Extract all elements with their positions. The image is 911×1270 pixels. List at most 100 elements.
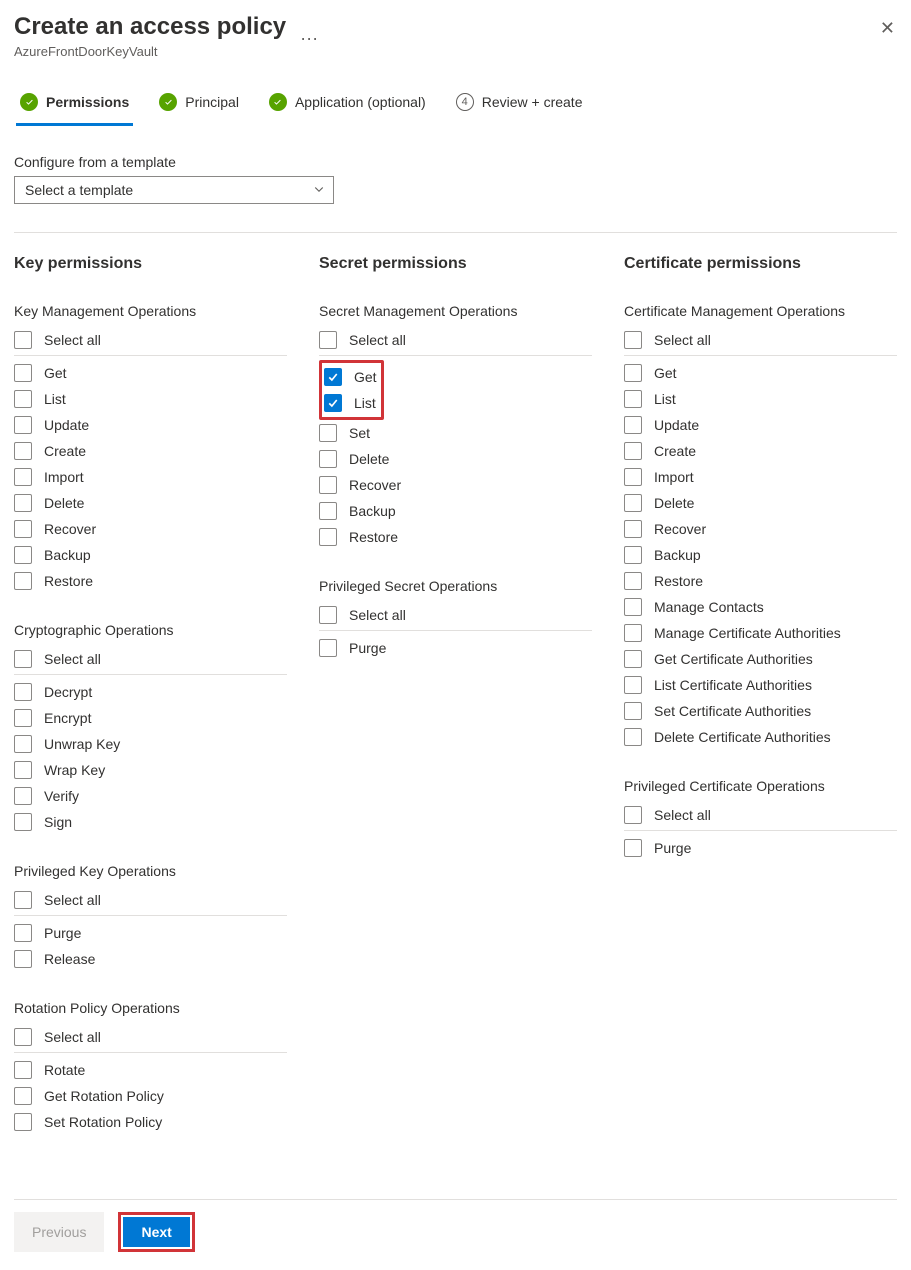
- permission-label: Purge: [654, 840, 691, 856]
- checkbox[interactable]: [624, 416, 642, 434]
- checkbox[interactable]: [624, 572, 642, 590]
- checkbox[interactable]: [624, 806, 642, 824]
- checkbox[interactable]: [624, 390, 642, 408]
- permission-label: Get: [654, 365, 677, 381]
- permission-label: Select all: [349, 332, 406, 348]
- permission-label: Delete: [349, 451, 389, 467]
- checkbox[interactable]: [14, 416, 32, 434]
- permission-row-decrypt: Decrypt: [14, 679, 287, 705]
- checkbox[interactable]: [324, 394, 342, 412]
- permission-row-select-all: Select all: [319, 327, 592, 356]
- permission-row-release: Release: [14, 946, 287, 972]
- next-button[interactable]: Next: [123, 1217, 189, 1247]
- wizard-step-3[interactable]: Application (optional): [265, 85, 430, 126]
- checkbox[interactable]: [14, 891, 32, 909]
- checkbox[interactable]: [319, 424, 337, 442]
- permission-label: Select all: [44, 1029, 101, 1045]
- permission-label: Purge: [349, 640, 386, 656]
- checkbox[interactable]: [14, 924, 32, 942]
- checkbox[interactable]: [319, 450, 337, 468]
- template-select[interactable]: Select a template: [14, 176, 334, 204]
- permission-label: List: [354, 395, 376, 411]
- close-icon[interactable]: ✕: [880, 12, 897, 39]
- checkbox[interactable]: [624, 839, 642, 857]
- checkbox[interactable]: [319, 476, 337, 494]
- checkbox[interactable]: [324, 368, 342, 386]
- step-label: Principal: [185, 94, 239, 110]
- permission-label: Manage Contacts: [654, 599, 764, 615]
- permission-row-backup: Backup: [319, 498, 592, 524]
- checkbox[interactable]: [14, 1113, 32, 1131]
- checkbox[interactable]: [319, 528, 337, 546]
- permission-label: Release: [44, 951, 95, 967]
- checkbox[interactable]: [14, 494, 32, 512]
- checkbox[interactable]: [14, 813, 32, 831]
- checkbox[interactable]: [14, 1028, 32, 1046]
- checkbox[interactable]: [624, 598, 642, 616]
- permission-label: List Certificate Authorities: [654, 677, 812, 693]
- group-title: Key Management Operations: [14, 303, 287, 319]
- checkbox[interactable]: [14, 950, 32, 968]
- checkbox[interactable]: [14, 364, 32, 382]
- permission-row-sign: Sign: [14, 809, 287, 835]
- checkbox[interactable]: [14, 442, 32, 460]
- checkbox[interactable]: [319, 331, 337, 349]
- permission-row-select-all: Select all: [624, 802, 897, 831]
- checkbox[interactable]: [624, 702, 642, 720]
- checkbox[interactable]: [624, 364, 642, 382]
- checkbox[interactable]: [14, 468, 32, 486]
- permission-row-recover: Recover: [14, 516, 287, 542]
- checkbox[interactable]: [14, 331, 32, 349]
- certificate-permissions-column: Certificate permissions Certificate Mana…: [624, 255, 897, 889]
- permission-row-purge: Purge: [319, 635, 592, 661]
- checkbox[interactable]: [624, 546, 642, 564]
- permission-label: Select all: [44, 651, 101, 667]
- previous-button[interactable]: Previous: [14, 1212, 104, 1252]
- checkbox[interactable]: [14, 761, 32, 779]
- permission-row-get: Get: [14, 360, 287, 386]
- permission-row-delete-certificate-authorities: Delete Certificate Authorities: [624, 724, 897, 750]
- checkbox[interactable]: [14, 520, 32, 538]
- permission-label: Backup: [44, 547, 91, 563]
- permission-row-recover: Recover: [319, 472, 592, 498]
- checkbox[interactable]: [14, 709, 32, 727]
- step-label: Permissions: [46, 94, 129, 110]
- checkbox[interactable]: [14, 787, 32, 805]
- permission-row-set: Set: [319, 420, 592, 446]
- checkbox[interactable]: [624, 624, 642, 642]
- permission-row-update: Update: [14, 412, 287, 438]
- checkbox[interactable]: [624, 728, 642, 746]
- permission-row-wrap-key: Wrap Key: [14, 757, 287, 783]
- permission-group: Certificate Management OperationsSelect …: [624, 303, 897, 750]
- wizard-step-2[interactable]: Principal: [155, 85, 243, 126]
- checkbox[interactable]: [14, 1061, 32, 1079]
- checkbox[interactable]: [624, 676, 642, 694]
- checkbox[interactable]: [14, 390, 32, 408]
- checkbox[interactable]: [624, 520, 642, 538]
- permission-row-select-all: Select all: [14, 1024, 287, 1053]
- more-icon[interactable]: ···: [294, 23, 324, 53]
- checkbox[interactable]: [319, 639, 337, 657]
- permission-label: Purge: [44, 925, 81, 941]
- checkbox[interactable]: [14, 735, 32, 753]
- checkbox[interactable]: [624, 468, 642, 486]
- checkbox[interactable]: [624, 331, 642, 349]
- checkbox[interactable]: [624, 442, 642, 460]
- checkbox[interactable]: [624, 650, 642, 668]
- wizard-step-4[interactable]: 4Review + create: [452, 85, 587, 126]
- permission-row-backup: Backup: [14, 542, 287, 568]
- divider: [14, 232, 897, 233]
- permission-label: Select all: [44, 332, 101, 348]
- permission-row-manage-contacts: Manage Contacts: [624, 594, 897, 620]
- checkbox[interactable]: [319, 606, 337, 624]
- wizard-step-1[interactable]: Permissions: [16, 85, 133, 126]
- checkbox[interactable]: [14, 683, 32, 701]
- checkbox[interactable]: [14, 650, 32, 668]
- checkbox[interactable]: [14, 572, 32, 590]
- checkbox[interactable]: [14, 1087, 32, 1105]
- checkbox[interactable]: [14, 546, 32, 564]
- permission-label: Delete: [654, 495, 694, 511]
- checkbox[interactable]: [319, 502, 337, 520]
- key-permissions-title: Key permissions: [14, 255, 287, 273]
- checkbox[interactable]: [624, 494, 642, 512]
